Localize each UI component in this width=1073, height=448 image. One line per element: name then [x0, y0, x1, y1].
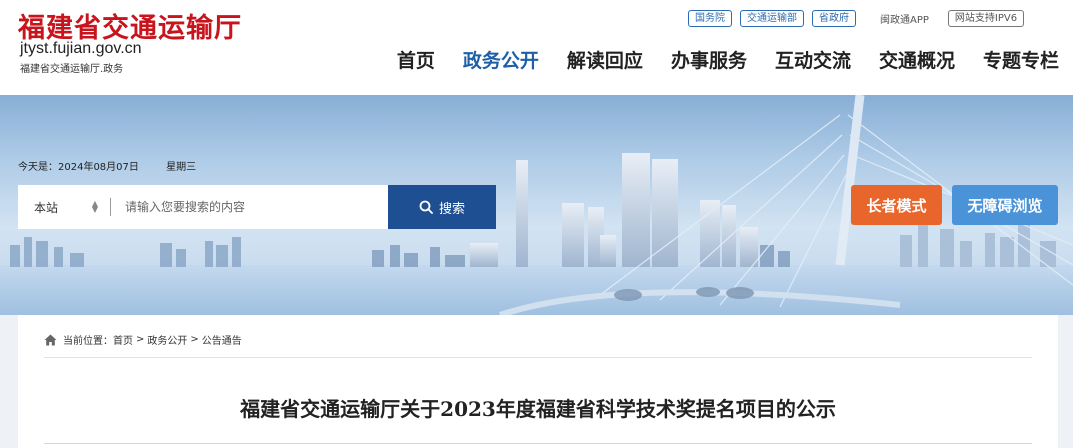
nav-item-gov-affairs[interactable]: 政务公开 — [463, 46, 539, 73]
current-date: 今天是：2024年08月07日 星期三 — [18, 158, 220, 173]
breadcrumb-prefix: 当前位置： — [63, 336, 113, 347]
link-state-council[interactable]: 国务院 — [688, 9, 732, 27]
nav-item-home[interactable]: 首页 — [397, 46, 435, 73]
search-scope-value: 本站 — [34, 200, 59, 215]
link-ministry-transport[interactable]: 交通运输部 — [740, 9, 804, 27]
search-button-label: 搜索 — [438, 201, 465, 217]
ipv6-badge: 网站支持IPV6 — [947, 9, 1025, 27]
title-divider — [44, 443, 1032, 444]
search-bar: 本站 ▲▼ 搜索 — [18, 185, 496, 229]
search-scope-select[interactable]: 本站 ▲ ▼ — [18, 185, 110, 229]
breadcrumb-divider — [44, 357, 1032, 358]
breadcrumb-home[interactable]: 首页 — [113, 332, 133, 347]
breadcrumb-notices[interactable]: 公告通告 — [202, 332, 242, 347]
weekday-label: 星期三 — [166, 162, 197, 173]
elder-mode-button[interactable]: 长者模式 — [851, 185, 942, 225]
breadcrumb-separator: > — [190, 334, 199, 345]
main-nav: 首页 政务公开 解读回应 办事服务 互动交流 交通概况 专题专栏 — [369, 46, 1059, 73]
article-title: 福建省交通运输厅关于2023年度福建省科学技术奖提名项目的公示 — [240, 397, 836, 421]
site-domain: jtyst.fujian.gov.cn — [20, 40, 142, 57]
nav-item-interpretation[interactable]: 解读回应 — [567, 46, 643, 73]
nav-item-overview[interactable]: 交通概况 — [879, 46, 955, 73]
breadcrumb: 当前位置： 首页 > 政务公开 > 公告通告 — [44, 332, 242, 347]
site-header: 福建省交通运输厅 jtyst.fujian.gov.cn 福建省交通运输厅.政务… — [0, 0, 1073, 95]
search-input[interactable] — [111, 185, 388, 229]
link-mzt-app[interactable]: 闽政通APP — [880, 11, 929, 26]
hero-banner: 今天是：2024年08月07日 星期三 本站 ▲▼ 搜索 长者模式 无障碍浏览 — [0, 95, 1073, 315]
accessible-browse-button[interactable]: 无障碍浏览 — [952, 185, 1058, 225]
breadcrumb-separator: > — [136, 334, 145, 345]
nav-item-services[interactable]: 办事服务 — [671, 46, 747, 73]
search-icon — [419, 200, 433, 214]
link-provincial-gov[interactable]: 省政府 — [812, 9, 856, 27]
home-icon — [44, 334, 57, 345]
search-button[interactable]: 搜索 — [388, 185, 496, 229]
date-label: 今天是：2024年08月07日 — [18, 162, 139, 173]
top-links: 国务院 交通运输部 省政府 闽政通APP 网站支持IPV6 — [688, 9, 1032, 27]
site-subtitle: 福建省交通运输厅.政务 — [20, 64, 124, 75]
sort-arrows-icon: ▲ ▼ — [91, 199, 98, 214]
nav-item-topics[interactable]: 专题专栏 — [983, 46, 1059, 73]
article-panel: 当前位置： 首页 > 政务公开 > 公告通告 福建省交通运输厅关于2023年度福… — [18, 315, 1058, 448]
breadcrumb-gov-affairs[interactable]: 政务公开 — [147, 332, 187, 347]
nav-item-interaction[interactable]: 互动交流 — [775, 46, 851, 73]
